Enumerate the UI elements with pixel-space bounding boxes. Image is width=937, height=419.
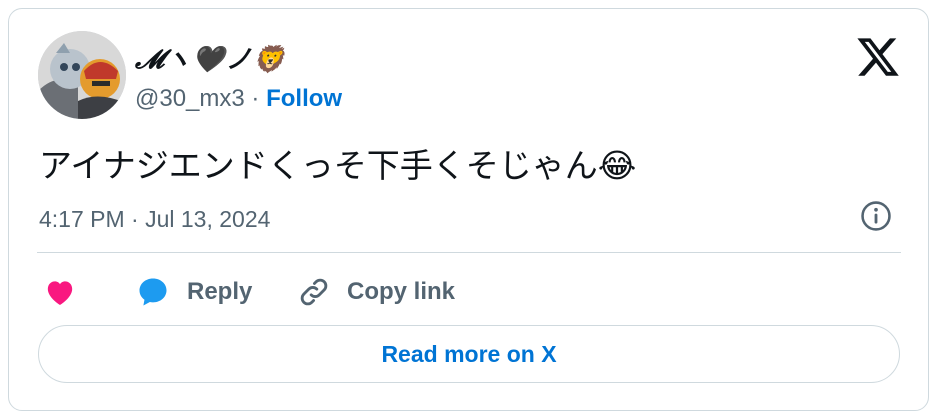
timestamp[interactable]: 4:17 PM · Jul 13, 2024 <box>39 206 270 233</box>
reply-button[interactable]: Reply <box>135 271 252 313</box>
link-icon <box>300 278 328 306</box>
reply-label: Reply <box>187 278 253 305</box>
info-icon[interactable] <box>859 199 893 233</box>
copy-link-label: Copy link <box>347 278 456 305</box>
divider <box>37 252 901 253</box>
heart-icon <box>47 281 73 306</box>
copy-link-button[interactable]: Copy link <box>297 271 455 313</box>
avatar-image <box>38 31 126 119</box>
like-button[interactable] <box>43 271 77 313</box>
separator: · <box>244 85 267 112</box>
read-more-button[interactable]: Read more on X <box>38 325 900 383</box>
follow-button[interactable]: Follow <box>266 85 342 112</box>
avatar[interactable] <box>38 31 126 119</box>
display-name[interactable]: 𝓜ヽ🖤ノ🦁 <box>135 39 286 76</box>
handle-row: @30_mx3 · Follow <box>135 85 342 113</box>
tweet-card: 𝓜ヽ🖤ノ🦁 @30_mx3 · Follow アイナジエンドくっそ下手くそじゃん… <box>8 8 929 411</box>
x-logo-icon[interactable] <box>855 34 901 80</box>
read-more-label: Read more on X <box>381 340 557 367</box>
tweet-text: アイナジエンドくっそ下手くそじゃん😂 <box>39 146 637 185</box>
handle[interactable]: @30_mx3 <box>135 85 245 112</box>
reply-bubble-icon <box>139 278 167 306</box>
